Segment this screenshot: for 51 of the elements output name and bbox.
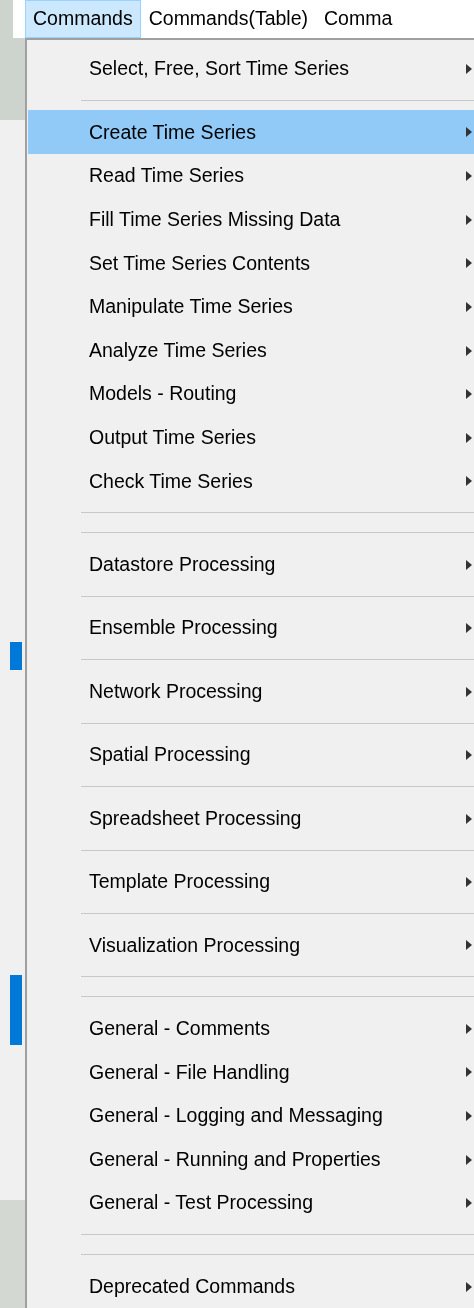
submenu-arrow-icon	[466, 1111, 472, 1121]
submenu-arrow-icon	[466, 750, 472, 761]
menu-item[interactable]: Spreadsheet Processing	[28, 796, 474, 841]
submenu-arrow-icon	[466, 877, 472, 887]
menu-tab[interactable]: Comma	[316, 0, 401, 38]
menu-item[interactable]: Spatial Processing	[28, 733, 474, 777]
menu-item[interactable]: Ensemble Processing	[28, 606, 474, 650]
menu-item[interactable]: General - Running and Properties	[28, 1137, 474, 1182]
submenu-arrow-icon	[466, 64, 472, 74]
menu-item[interactable]: Visualization Processing	[28, 923, 474, 968]
submenu-arrow-icon	[466, 1067, 472, 1078]
menu-item[interactable]: General - Test Processing	[28, 1181, 474, 1225]
menu-item[interactable]: Template Processing	[28, 860, 474, 904]
submenu-arrow-icon	[466, 127, 472, 138]
menu-item[interactable]: General - File Handling	[28, 1050, 474, 1094]
selection-highlight	[10, 642, 22, 670]
menu-item[interactable]: Manipulate Time Series	[28, 284, 474, 329]
menu-item[interactable]: Datastore Processing	[28, 542, 474, 587]
menu-item[interactable]: Create Time Series	[28, 110, 474, 155]
submenu-arrow-icon	[466, 1023, 472, 1034]
menu-item[interactable]: Read Time Series	[28, 154, 474, 198]
menu-item[interactable]: Analyze Time Series	[28, 328, 474, 373]
submenu-arrow-icon	[466, 940, 472, 951]
menu-item[interactable]: Deprecated Commands	[28, 1264, 474, 1308]
menu-item[interactable]: General - Logging and Messaging	[28, 1094, 474, 1138]
submenu-arrow-icon	[466, 389, 472, 400]
menu-item[interactable]: Output Time Series	[28, 415, 474, 460]
submenu-arrow-icon	[466, 1198, 472, 1209]
menu-item[interactable]: Select, Free, Sort Time Series	[28, 47, 474, 91]
submenu-arrow-icon	[466, 476, 472, 487]
menu-item[interactable]: Fill Time Series Missing Data	[28, 197, 474, 242]
menu-item[interactable]: Models - Routing	[28, 372, 474, 416]
menu-tab[interactable]: Commands(Table)	[140, 0, 316, 38]
submenu-arrow-icon	[466, 1154, 472, 1165]
submenu-arrow-icon	[466, 171, 472, 182]
menu-item[interactable]: Check Time Series	[28, 459, 474, 504]
submenu-arrow-icon	[466, 813, 472, 824]
submenu-arrow-icon	[466, 559, 472, 570]
submenu-arrow-icon	[466, 345, 472, 356]
submenu-arrow-icon	[466, 686, 472, 697]
menu-item[interactable]: Network Processing	[28, 669, 474, 714]
submenu-arrow-icon	[466, 214, 472, 225]
submenu-arrow-icon	[466, 1281, 472, 1292]
submenu-arrow-icon	[466, 301, 472, 312]
submenu-arrow-icon	[466, 623, 472, 634]
menu-item[interactable]: General - Comments	[28, 1006, 474, 1051]
submenu-arrow-icon	[466, 258, 472, 269]
menu-tab[interactable]: Commands	[25, 0, 141, 38]
submenu-arrow-icon	[466, 432, 472, 443]
selection-highlight	[10, 975, 22, 1045]
menu-item[interactable]: Set Time Series Contents	[28, 241, 474, 285]
